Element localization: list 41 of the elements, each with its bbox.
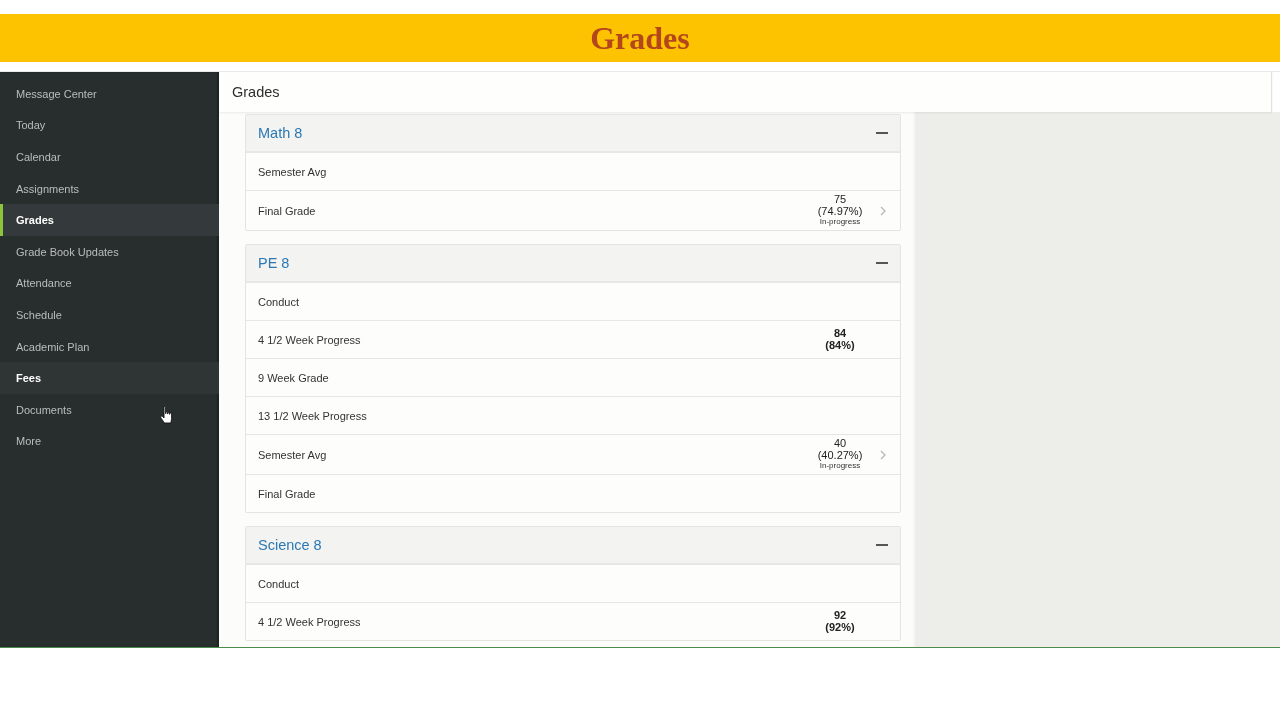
sidebar-item[interactable]: Documents [0, 393, 219, 426]
sidebar-item[interactable]: Message Center [0, 78, 219, 110]
sidebar-item[interactable]: Today [0, 109, 219, 142]
sidebar-item[interactable]: Calendar [0, 141, 219, 173]
grade-score: 84 [833, 328, 847, 340]
sidebar-item[interactable]: More [0, 425, 219, 458]
sidebar-item[interactable]: Schedule [0, 299, 219, 331]
sidebar-item[interactable]: Fees [0, 362, 219, 394]
row-label: 13 1/2 Week Progress [258, 409, 367, 422]
banner-title: Grades [590, 22, 690, 54]
grade-percent: (74.97%) [817, 205, 863, 217]
grade-status: In-progress [819, 461, 861, 471]
course-title[interactable]: Math 8 [258, 125, 303, 141]
grade-percent: (92%) [825, 621, 855, 633]
row-label: Final Grade [258, 204, 316, 217]
row-label: Conduct [258, 577, 299, 590]
course-title[interactable]: Science 8 [258, 537, 322, 553]
sidebar-item[interactable]: Academic Plan [0, 330, 219, 363]
course-header[interactable]: Math 8 [246, 115, 900, 152]
sidebar-item[interactable]: Grade Book Updates [0, 235, 219, 268]
sidebar-item[interactable]: Grades [0, 204, 219, 236]
row-label: 9 Week Grade [258, 371, 329, 384]
page-title: Grades [232, 84, 280, 100]
grade-score: 40 [833, 438, 847, 450]
row-label: Semester Avg [258, 165, 327, 178]
grade-score: 75 [833, 194, 847, 206]
grade-status: In-progress [819, 217, 861, 227]
sidebar-item[interactable]: Attendance [0, 267, 219, 300]
grade-percent: (84%) [825, 339, 855, 351]
hand-cursor-icon [160, 406, 173, 424]
row-label: 4 1/2 Week Progress [258, 615, 361, 628]
row-label: Semester Avg [258, 448, 327, 461]
row-label: 4 1/2 Week Progress [258, 333, 361, 346]
course-title[interactable]: PE 8 [258, 255, 290, 271]
grade-percent: (40.27%) [817, 449, 863, 461]
course-header[interactable]: PE 8 [246, 245, 900, 282]
course-header[interactable]: Science 8 [246, 527, 900, 564]
row-label: Conduct [258, 295, 299, 308]
grade-score: 92 [833, 610, 847, 622]
row-label: Final Grade [258, 487, 316, 500]
sidebar-item[interactable]: Assignments [0, 172, 219, 205]
